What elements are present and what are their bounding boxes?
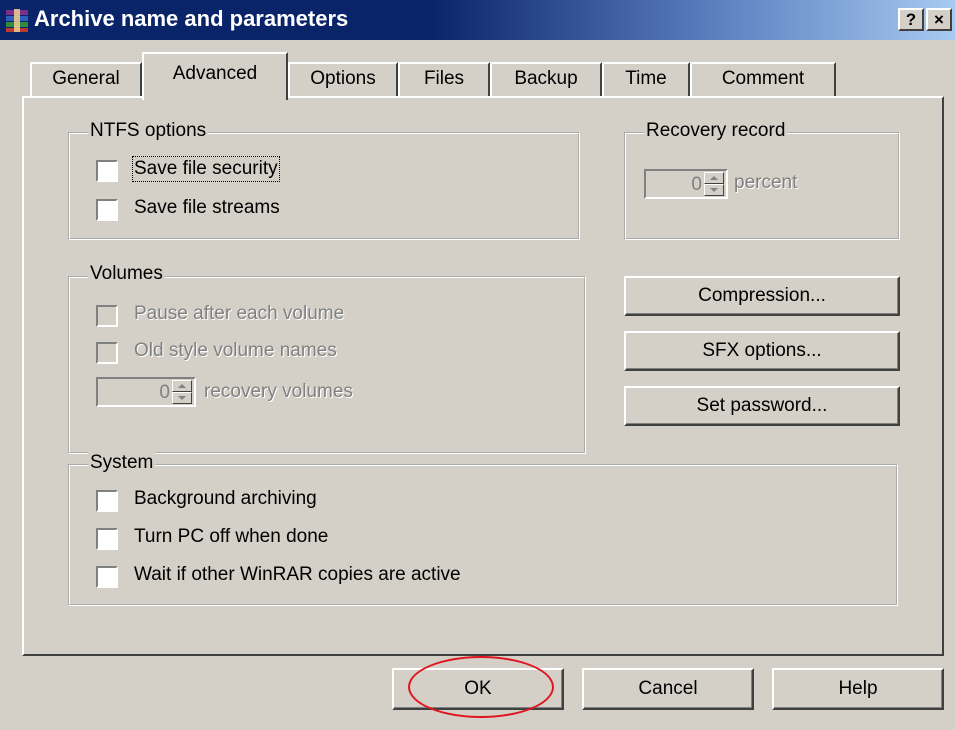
pause-volume-checkbox[interactable] (96, 305, 118, 327)
sfx-options-button[interactable]: SFX options... (624, 331, 900, 371)
spin-up-icon[interactable] (172, 380, 192, 392)
compression-button[interactable]: Compression... (624, 276, 900, 316)
recovery-percent-spinner[interactable]: 0 (644, 169, 728, 199)
volumes-label: Volumes (88, 263, 165, 285)
old-style-names-checkbox[interactable] (96, 342, 118, 364)
recovery-volumes-value: 0 (159, 382, 170, 403)
wait-winrar-label[interactable]: Wait if other WinRAR copies are active (134, 564, 461, 586)
old-style-names-label: Old style volume names (134, 340, 337, 361)
spin-down-icon[interactable] (172, 392, 192, 404)
wait-winrar-checkbox[interactable] (96, 566, 118, 588)
save-security-checkbox[interactable] (96, 160, 118, 182)
set-password-button[interactable]: Set password... (624, 386, 900, 426)
save-streams-label[interactable]: Save file streams (134, 197, 280, 219)
close-icon[interactable]: × (926, 8, 952, 31)
tab-advanced[interactable]: Advanced (142, 52, 288, 100)
pause-volume-label: Pause after each volume (134, 303, 345, 324)
ntfs-options-group (68, 132, 580, 240)
tab-general[interactable]: General (30, 62, 142, 98)
recovery-percent-value: 0 (691, 174, 702, 195)
help-button[interactable]: Help (772, 668, 944, 710)
recovery-volumes-spinner[interactable]: 0 (96, 377, 196, 407)
save-streams-checkbox[interactable] (96, 199, 118, 221)
tab-comment[interactable]: Comment (690, 62, 836, 98)
system-label: System (88, 452, 156, 474)
winrar-icon (6, 9, 28, 32)
recovery-volumes-label: recovery volumes (204, 381, 353, 402)
tab-files[interactable]: Files (398, 62, 490, 98)
title-bar[interactable]: Archive name and parameters ? × (0, 0, 955, 40)
background-archiving-checkbox[interactable] (96, 490, 118, 512)
cancel-button[interactable]: Cancel (582, 668, 754, 710)
help-icon[interactable]: ? (898, 8, 924, 31)
recovery-record-label: Recovery record (644, 120, 788, 142)
background-archiving-label[interactable]: Background archiving (134, 488, 317, 510)
save-security-label[interactable]: Save file security (132, 156, 280, 182)
tab-time[interactable]: Time (602, 62, 690, 98)
ntfs-options-label: NTFS options (88, 120, 209, 142)
annotation-circle (408, 656, 554, 718)
tab-backup[interactable]: Backup (490, 62, 602, 98)
window-title: Archive name and parameters (34, 6, 349, 31)
spin-up-icon[interactable] (704, 172, 724, 184)
turn-pc-off-label[interactable]: Turn PC off when done (134, 526, 328, 548)
spin-down-icon[interactable] (704, 184, 724, 196)
turn-pc-off-checkbox[interactable] (96, 528, 118, 550)
recovery-percent-unit: percent (734, 172, 798, 193)
tab-options[interactable]: Options (288, 62, 398, 98)
